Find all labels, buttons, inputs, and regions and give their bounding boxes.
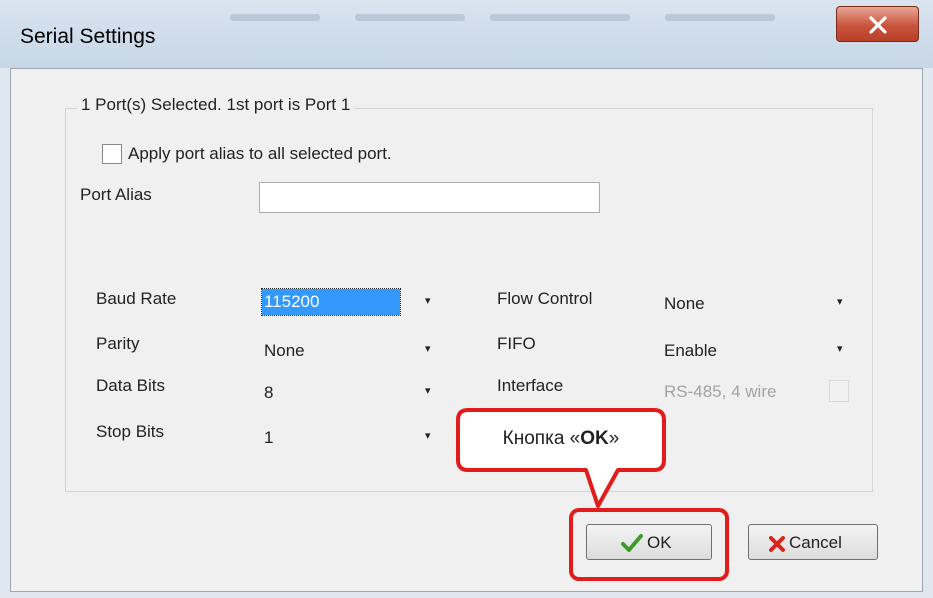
fifo-value: Enable: [664, 341, 717, 360]
title-bar: Serial Settings: [0, 0, 933, 68]
apply-alias-checkbox[interactable]: [102, 144, 122, 164]
parity-select[interactable]: None ▾: [259, 334, 441, 365]
background-blur: [355, 14, 465, 21]
callout-suffix: »: [608, 428, 620, 449]
flow-control-value: None: [664, 294, 705, 313]
red-x-icon: [769, 536, 785, 552]
interface-label: Interface: [497, 376, 564, 395]
baud-rate-label: Baud Rate: [96, 289, 177, 308]
stop-bits-value: 1: [264, 428, 274, 447]
callout-prefix: Кнопка «: [502, 428, 581, 449]
fifo-select[interactable]: Enable ▾: [659, 334, 859, 365]
chevron-down-icon[interactable]: ▾: [425, 294, 431, 307]
callout-text: Кнопка «OK»: [456, 408, 666, 469]
chevron-down-icon[interactable]: ▾: [837, 295, 843, 308]
background-blur: [490, 14, 630, 21]
chevron-down-icon[interactable]: ▾: [425, 384, 431, 397]
flow-control-select[interactable]: None ▾: [659, 287, 859, 318]
ok-highlight-frame: [569, 508, 729, 581]
background-blur: [230, 14, 320, 21]
flow-control-label: Flow Control: [497, 289, 593, 308]
parity-label: Parity: [96, 334, 140, 353]
interface-value: RS-485, 4 wire: [664, 382, 777, 401]
chevron-down-icon[interactable]: ▾: [425, 429, 431, 442]
port-alias-input[interactable]: [259, 182, 600, 213]
stop-bits-select[interactable]: 1 ▾: [259, 421, 441, 452]
chevron-down-icon[interactable]: ▾: [425, 342, 431, 355]
parity-value: None: [264, 341, 305, 360]
callout-emphasis: OK: [580, 428, 609, 449]
data-bits-label: Data Bits: [96, 376, 165, 395]
groupbox-title: 1 Port(s) Selected. 1st port is Port 1: [77, 95, 355, 115]
cancel-button[interactable]: Cancel: [748, 524, 878, 560]
background-blur: [665, 14, 775, 21]
port-alias-label: Port Alias: [80, 185, 152, 204]
interface-select: RS-485, 4 wire: [659, 375, 859, 406]
data-bits-value: 8: [264, 383, 274, 402]
stop-bits-label: Stop Bits: [96, 422, 165, 441]
close-icon: [869, 16, 887, 34]
apply-alias-label[interactable]: Apply port alias to all selected port.: [128, 144, 392, 164]
disabled-dropdown-button: [829, 380, 849, 402]
chevron-down-icon[interactable]: ▾: [837, 342, 843, 355]
window-title: Serial Settings: [20, 25, 156, 48]
baud-rate-value: 115200: [261, 288, 401, 316]
data-bits-select[interactable]: 8 ▾: [259, 376, 441, 407]
close-button[interactable]: [836, 6, 919, 42]
fifo-label: FIFO: [497, 334, 536, 353]
cancel-label: Cancel: [789, 533, 842, 552]
baud-rate-select[interactable]: 115200 ▾: [259, 286, 441, 317]
